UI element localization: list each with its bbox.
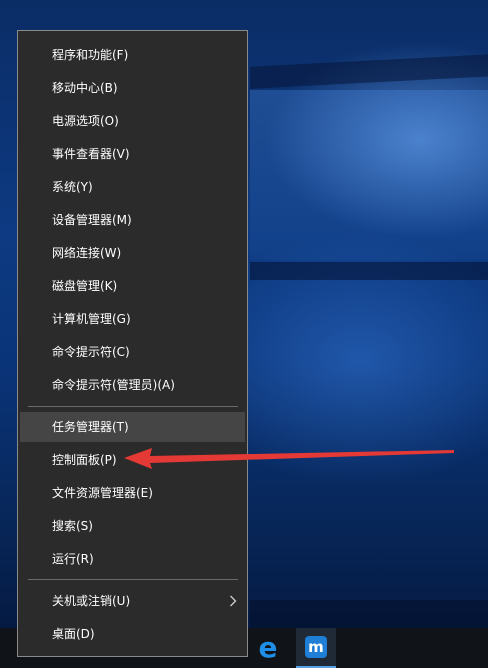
menu-item-disk-management[interactable]: 磁盘管理(K) (20, 271, 245, 301)
edge-browser-icon: e (258, 631, 278, 664)
chevron-right-icon (229, 586, 237, 616)
menu-item-run[interactable]: 运行(R) (20, 544, 245, 574)
menu-item-computer-management[interactable]: 计算机管理(G) (20, 304, 245, 334)
menu-item-power-options[interactable]: 电源选项(O) (20, 106, 245, 136)
menu-item-label: 网络连接(W) (52, 246, 122, 260)
menu-item-mobility-center[interactable]: 移动中心(B) (20, 73, 245, 103)
menu-item-control-panel[interactable]: 控制面板(P) (20, 445, 245, 475)
menu-item-search[interactable]: 搜索(S) (20, 511, 245, 541)
menu-item-programs-features[interactable]: 程序和功能(F) (20, 40, 245, 70)
menu-item-label: 设备管理器(M) (52, 213, 132, 227)
taskbar-edge-button[interactable]: e (248, 628, 288, 668)
menu-item-file-explorer[interactable]: 文件资源管理器(E) (20, 478, 245, 508)
menu-item-label: 系统(Y) (52, 180, 93, 194)
menu-item-label: 运行(R) (52, 552, 94, 566)
menu-item-label: 磁盘管理(K) (52, 279, 118, 293)
menu-item-label: 移动中心(B) (52, 81, 118, 95)
wallpaper-beam (250, 262, 488, 280)
menu-item-system[interactable]: 系统(Y) (20, 172, 245, 202)
menu-item-desktop[interactable]: 桌面(D) (20, 619, 245, 649)
menu-item-label: 关机或注销(U) (52, 594, 131, 608)
wallpaper-beam (250, 600, 488, 630)
menu-item-label: 程序和功能(F) (52, 48, 129, 62)
menu-item-label: 桌面(D) (52, 627, 95, 641)
menu-item-command-prompt[interactable]: 命令提示符(C) (20, 337, 245, 367)
menu-item-event-viewer[interactable]: 事件查看器(V) (20, 139, 245, 169)
win-x-context-menu: 程序和功能(F) 移动中心(B) 电源选项(O) 事件查看器(V) 系统(Y) … (17, 30, 248, 657)
menu-item-network-connections[interactable]: 网络连接(W) (20, 238, 245, 268)
menu-separator (28, 579, 238, 580)
menu-item-shutdown-signout[interactable]: 关机或注销(U) (20, 586, 245, 616)
menu-separator (28, 406, 238, 407)
menu-item-label: 命令提示符(C) (52, 345, 130, 359)
menu-item-device-manager[interactable]: 设备管理器(M) (20, 205, 245, 235)
menu-item-label: 控制面板(P) (52, 453, 117, 467)
menu-item-label: 计算机管理(G) (52, 312, 131, 326)
maxthon-browser-icon: m (305, 636, 327, 658)
wallpaper-light (250, 90, 488, 260)
menu-item-task-manager[interactable]: 任务管理器(T) (20, 412, 245, 442)
menu-item-label: 命令提示符(管理员)(A) (52, 378, 175, 392)
menu-item-label: 电源选项(O) (52, 114, 119, 128)
menu-item-label: 文件资源管理器(E) (52, 486, 153, 500)
desktop: e m 程序和功能(F) 移动中心(B) 电源选项(O) 事件查看器(V) 系统… (0, 0, 488, 668)
taskbar-maxthon-button[interactable]: m (296, 628, 336, 668)
menu-item-label: 任务管理器(T) (52, 420, 129, 434)
menu-item-label: 搜索(S) (52, 519, 93, 533)
menu-item-command-prompt-admin[interactable]: 命令提示符(管理员)(A) (20, 370, 245, 400)
menu-item-label: 事件查看器(V) (52, 147, 130, 161)
